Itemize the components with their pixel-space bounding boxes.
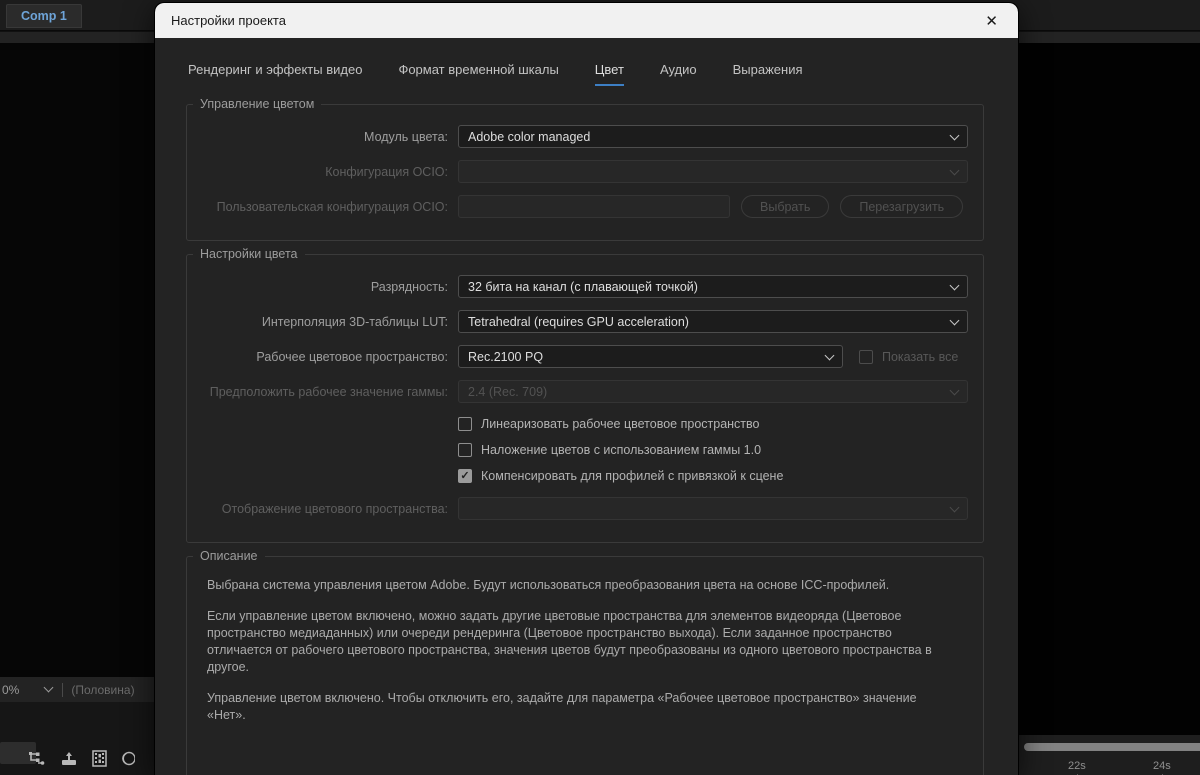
filmstrip-icon[interactable] <box>92 750 107 767</box>
divider <box>62 682 64 697</box>
custom-ocio-label: Пользовательская конфигурация OCIO: <box>216 199 448 214</box>
resolution-dropdown[interactable]: (Половина) <box>71 683 134 697</box>
anchor-tool-icon[interactable] <box>60 751 78 767</box>
dialog-titlebar: Настройки проекта ✕ <box>155 3 1018 38</box>
group-legend: Настройки цвета <box>193 247 305 261</box>
chevron-down-icon <box>949 502 960 513</box>
close-icon[interactable]: ✕ <box>981 10 1002 32</box>
group-description: Описание Выбрана система управления цвет… <box>186 549 984 775</box>
dialog-body: Рендеринг и эффекты видео Формат временн… <box>155 38 1018 775</box>
viewer-toolbar-icons <box>28 750 135 767</box>
compensate-checkbox[interactable] <box>458 469 472 483</box>
flowchart-icon[interactable] <box>28 751 46 767</box>
snapshot-icon[interactable] <box>121 750 135 767</box>
show-all-label: Показать все <box>882 349 959 364</box>
display-space-dropdown <box>458 497 968 520</box>
show-all-checkbox-row: Показать все <box>859 349 959 364</box>
composition-bottom-bar: 0% (Половина) <box>0 677 155 702</box>
description-paragraph-1: Выбрана система управления цветом Adobe.… <box>207 578 890 592</box>
tab-timeline-format[interactable]: Формат временной шкалы <box>398 62 558 86</box>
chevron-down-icon <box>949 385 960 396</box>
timeline-ruler[interactable]: 22s 24s <box>1018 757 1200 775</box>
chevron-down-icon <box>43 682 54 693</box>
timeline-panel: 22s 24s <box>1018 735 1200 775</box>
tab-audio[interactable]: Аудио <box>660 62 697 86</box>
compensate-label: Компенсировать для профилей с привязкой … <box>481 469 784 483</box>
chevron-down-icon <box>949 165 960 176</box>
comp-tab-label: Comp 1 <box>21 9 67 23</box>
ocio-config-label: Конфигурация OCIO: <box>325 164 448 179</box>
display-space-label: Отображение цветового пространства: <box>221 501 448 516</box>
tab-color[interactable]: Цвет <box>594 62 624 86</box>
working-space-value: Rec.2100 PQ <box>468 349 544 364</box>
ruler-tick-24s: 24s <box>1153 760 1171 775</box>
description-paragraph-3: Управление цветом включено. Чтобы отключ… <box>207 691 917 722</box>
working-space-dropdown[interactable]: Rec.2100 PQ <box>458 345 843 368</box>
lut-interpolation-value: Tetrahedral (requires GPU acceleration) <box>468 314 689 329</box>
blend-gamma-label: Наложение цветов с использованием гаммы … <box>481 443 762 457</box>
magnification-dropdown[interactable]: 0% <box>0 682 54 697</box>
group-color-settings: Настройки цвета Разрядность: 32 бита на … <box>186 247 984 543</box>
depth-label: Разрядность: <box>370 279 448 294</box>
custom-ocio-input <box>458 195 730 218</box>
choose-button: Выбрать <box>741 195 830 218</box>
color-engine-value: Adobe color managed <box>468 129 591 144</box>
viewport-right <box>1018 43 1200 735</box>
blend-gamma-checkbox-row: Наложение цветов с использованием гаммы … <box>458 443 969 457</box>
tab-rendering-effects[interactable]: Рендеринг и эффекты видео <box>188 62 362 86</box>
assumed-gamma-label: Предположить рабочее значение гаммы: <box>209 384 448 399</box>
compensate-checkbox-row: Компенсировать для профилей с привязкой … <box>458 469 969 483</box>
group-legend: Описание <box>193 549 265 563</box>
tab-expressions[interactable]: Выражения <box>733 62 803 86</box>
magnification-value: 0% <box>2 682 20 697</box>
lut-interpolation-label: Интерполяция 3D-таблицы LUT: <box>261 314 448 329</box>
assumed-gamma-dropdown: 2.4 (Rec. 709) <box>458 380 968 403</box>
chevron-down-icon <box>949 130 960 141</box>
color-engine-dropdown[interactable]: Adobe color managed <box>458 125 968 148</box>
chevron-down-icon <box>824 350 835 361</box>
assumed-gamma-value: 2.4 (Rec. 709) <box>468 384 548 399</box>
description-paragraph-2: Если управление цветом включено, можно з… <box>207 609 932 674</box>
color-engine-label: Модуль цвета: <box>364 129 448 144</box>
show-all-checkbox <box>859 349 873 364</box>
lut-interpolation-dropdown[interactable]: Tetrahedral (requires GPU acceleration) <box>458 310 968 333</box>
project-settings-dialog: Настройки проекта ✕ Рендеринг и эффекты … <box>155 3 1018 775</box>
dialog-title: Настройки проекта <box>171 13 286 28</box>
blend-gamma-checkbox[interactable] <box>458 443 472 457</box>
working-space-label: Рабочее цветовое пространство: <box>256 349 448 364</box>
group-legend: Управление цветом <box>193 97 322 111</box>
comp-tab[interactable]: Comp 1 <box>6 4 82 28</box>
reload-button: Перезагрузить <box>840 195 964 218</box>
viewport-left <box>0 43 155 677</box>
settings-tabs: Рендеринг и эффекты видео Формат временн… <box>155 62 1018 86</box>
timeline-horizontal-scrollbar[interactable] <box>1024 743 1200 751</box>
depth-value: 32 бита на канал (с плавающей точкой) <box>468 279 698 294</box>
ruler-tick-22s: 22s <box>1068 760 1086 775</box>
linearize-checkbox-row: Линеаризовать рабочее цветовое пространс… <box>458 417 969 431</box>
ocio-config-dropdown <box>458 160 968 183</box>
chevron-down-icon <box>949 280 960 291</box>
depth-dropdown[interactable]: 32 бита на канал (с плавающей точкой) <box>458 275 968 298</box>
linearize-label: Линеаризовать рабочее цветовое пространс… <box>481 417 760 431</box>
linearize-checkbox[interactable] <box>458 417 472 431</box>
group-color-management: Управление цветом Модуль цвета: Adobe co… <box>186 97 984 241</box>
chevron-down-icon <box>949 315 960 326</box>
